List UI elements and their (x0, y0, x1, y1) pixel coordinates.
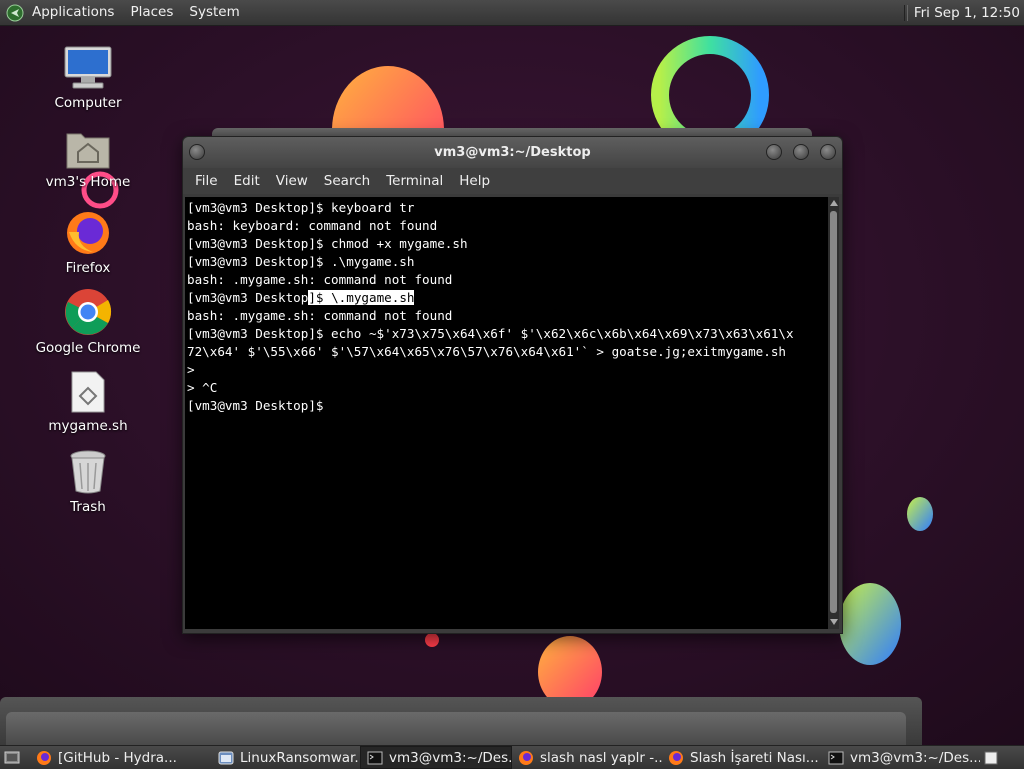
chrome-icon (65, 289, 112, 335)
terminal-line: bash: keyboard: command not found (187, 218, 438, 233)
show-desktop-icon (4, 751, 20, 763)
terminal-icon (367, 751, 383, 764)
task-item-slash-search[interactable]: slash nasl yaplr -... (512, 747, 662, 768)
applications-menu[interactable]: Applications (24, 0, 122, 25)
desktop-icon-label: mygame.sh (48, 418, 128, 434)
desktop-icon-label: Trash (70, 499, 106, 515)
clock[interactable]: Fri Sep 1, 12:50 (914, 5, 1020, 21)
terminal-line: [vm3@vm3 Desktop]$ echo ~$'x73\x75\x64\x… (187, 326, 794, 341)
desktop-icon-label: Firefox (65, 260, 111, 276)
firefox-icon (37, 750, 51, 765)
terminal-icon (828, 751, 844, 764)
desktop-icon-chrome[interactable]: Google Chrome (28, 288, 148, 356)
terminal-line: [vm3@vm3 Desktop]$ .\mygame.sh (187, 254, 415, 269)
task-item-slash-isareti[interactable]: Slash İşareti Nası... (662, 747, 822, 768)
scrollbar-thumb[interactable] (830, 211, 837, 613)
terminal-line: > ^C (187, 380, 218, 395)
task-item-linuxransomware[interactable]: LinuxRansomwar... (212, 747, 360, 768)
top-panel: Applications Places System Fri Sep 1, 12… (0, 0, 1024, 26)
scroll-down-arrow-icon[interactable] (830, 619, 838, 625)
system-menu[interactable]: System (181, 0, 247, 25)
trash-icon (70, 450, 106, 494)
firefox-icon (519, 750, 533, 765)
task-item-label: LinuxRansomwar... (240, 749, 360, 766)
task-item-terminal-active[interactable]: vm3@vm3:~/Des... (360, 746, 512, 769)
menu-help[interactable]: Help (451, 173, 498, 189)
desktop-icon-home[interactable]: vm3's Home (28, 128, 148, 190)
task-item-label: [GitHub - Hydra... (58, 749, 177, 766)
terminal-output[interactable]: [vm3@vm3 Desktop]$ keyboard tr bash: key… (185, 197, 828, 629)
task-item-label: Slash İşareti Nası... (690, 749, 819, 766)
task-item-github[interactable]: [GitHub - Hydra... (30, 747, 212, 768)
terminal-line-selected: [vm3@vm3 Desktop]$ \.mygame.sh (187, 289, 824, 307)
firefox-icon (67, 212, 109, 254)
desktop-icon-mygame[interactable]: mygame.sh (28, 370, 148, 434)
computer-icon (64, 46, 112, 89)
task-item-label: vm3@vm3:~/Des... (850, 749, 980, 766)
close-button[interactable] (820, 144, 836, 160)
terminal-line: 72\x64' $'\55\x66' $'\57\x64\x65\x76\57\… (187, 344, 786, 359)
terminal-prompt: [vm3@vm3 Desktop]$ (187, 398, 332, 413)
menu-file[interactable]: File (187, 173, 226, 189)
workspace-switcher[interactable] (980, 747, 1008, 768)
home-folder-icon (66, 133, 110, 169)
terminal-line: [vm3@vm3 Desktop]$ keyboard tr (187, 200, 415, 215)
app-window-icon (218, 751, 234, 764)
terminal-line: bash: .mygame.sh: command not found (187, 272, 453, 287)
desktop-icon-label: vm3's Home (45, 174, 131, 190)
terminal-line: [vm3@vm3 Desktop]$ chmod +x mygame.sh (187, 236, 468, 251)
menu-view[interactable]: View (268, 173, 316, 189)
scroll-up-arrow-icon[interactable] (830, 200, 838, 206)
menu-search[interactable]: Search (316, 173, 378, 189)
terminal-menubar: File Edit View Search Terminal Help (183, 168, 842, 194)
window-title: vm3@vm3:~/Desktop (434, 145, 591, 160)
gnome-foot-icon[interactable] (6, 4, 24, 22)
terminal-text: [vm3@vm3 Desktop (187, 290, 309, 305)
background-window-bottom-inner[interactable] (6, 712, 906, 745)
task-item-label: vm3@vm3:~/Des... (389, 749, 512, 766)
show-desktop-button[interactable] (0, 747, 30, 768)
desktop-icon-trash[interactable]: Trash (28, 449, 148, 515)
terminal-scrollbar[interactable] (828, 197, 839, 629)
maximize-button[interactable] (793, 144, 809, 160)
menu-edit[interactable]: Edit (226, 173, 268, 189)
script-file-icon (71, 371, 105, 413)
minimize-button[interactable] (766, 144, 782, 160)
desktop-icon-firefox[interactable]: Firefox (28, 210, 148, 276)
desktop-icon-label: Google Chrome (35, 340, 141, 356)
firefox-icon (669, 750, 683, 765)
window-menu-button[interactable] (189, 144, 205, 160)
terminal-window[interactable]: vm3@vm3:~/Desktop File Edit View Search … (182, 136, 843, 634)
panel-separator (903, 4, 908, 21)
taskbar: [GitHub - Hydra... LinuxRansomwar... vm3… (0, 745, 1024, 769)
terminal-titlebar[interactable]: vm3@vm3:~/Desktop (183, 137, 842, 168)
menu-terminal[interactable]: Terminal (378, 173, 451, 189)
task-item-label: slash nasl yaplr -... (540, 749, 662, 766)
places-menu[interactable]: Places (122, 0, 181, 25)
workspace-icon (984, 751, 998, 764)
desktop-icon-label: Computer (54, 95, 122, 111)
text-selection: ]$ \.mygame.sh (308, 290, 415, 305)
task-item-terminal[interactable]: vm3@vm3:~/Des... (822, 747, 980, 768)
terminal-line: bash: .mygame.sh: command not found (187, 308, 453, 323)
desktop-icon-computer[interactable]: Computer (28, 45, 148, 111)
terminal-line: > (187, 362, 195, 377)
